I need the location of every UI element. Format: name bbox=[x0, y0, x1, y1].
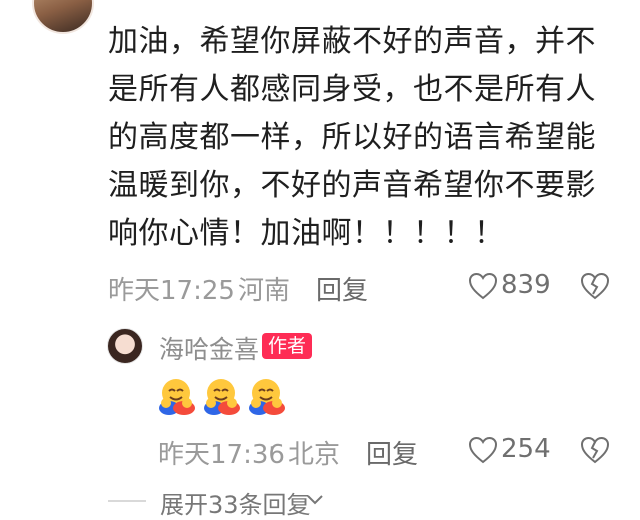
author-avatar[interactable] bbox=[107, 328, 143, 364]
commenter-avatar[interactable] bbox=[32, 0, 94, 34]
comment-text: 加油，希望你屏蔽不好的声音，并不是所有人都感同身受，也不是所有人的高度都一样，所… bbox=[108, 24, 596, 251]
like-icon[interactable] bbox=[468, 272, 498, 300]
comment-separator: · bbox=[218, 270, 227, 300]
hugging-face-emoji bbox=[204, 379, 240, 415]
comment-reply-button[interactable]: 回复 bbox=[316, 270, 368, 307]
reply-separator: · bbox=[268, 434, 277, 464]
author-badge: 作者 bbox=[262, 333, 313, 359]
reply-like-count: 254 bbox=[501, 434, 551, 464]
dislike-icon[interactable] bbox=[580, 436, 610, 464]
comment-location: 河南 bbox=[238, 276, 291, 306]
chevron-down-icon[interactable] bbox=[306, 494, 324, 506]
reply-reply-button[interactable]: 回复 bbox=[366, 434, 418, 471]
comment-time: 昨天17:25 bbox=[108, 276, 235, 306]
expand-divider bbox=[108, 500, 146, 502]
hugging-face-emoji bbox=[159, 379, 195, 415]
comment-like-count: 839 bbox=[501, 270, 551, 300]
expand-replies-button[interactable]: 展开33条回复 bbox=[160, 485, 311, 520]
reply-location: 北京 bbox=[288, 440, 341, 470]
hugging-face-emoji bbox=[249, 379, 285, 415]
dislike-icon[interactable] bbox=[580, 272, 610, 300]
reply-author-name[interactable]: 海哈金喜 bbox=[159, 330, 259, 366]
reply-time: 昨天17:36 bbox=[158, 440, 285, 470]
like-icon[interactable] bbox=[468, 436, 498, 464]
